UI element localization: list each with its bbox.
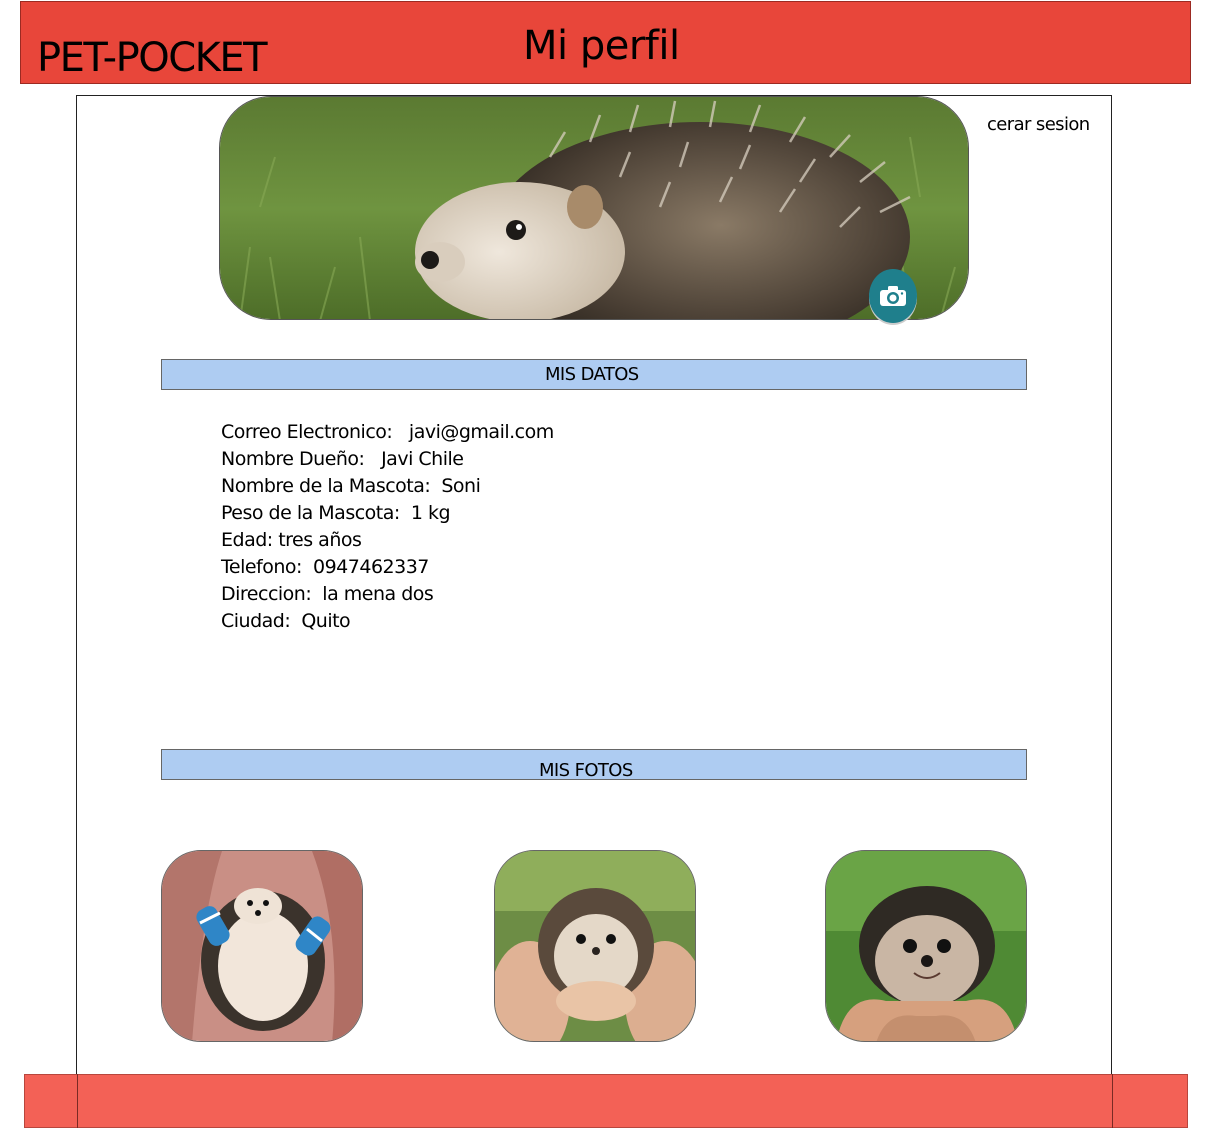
brand-logo[interactable]: PET-POCKET [37,38,268,78]
detail-phone: Telefono: 0947462337 [221,556,429,578]
hedgehog-photo-2 [495,851,695,1041]
app-footer [24,1074,1188,1128]
section-header-my-data: MIS DATOS [161,359,1027,390]
detail-pet-weight: Peso de la Mascota: 1 kg [221,502,451,524]
hedgehog-cover-image [220,97,968,319]
app-header: PET-POCKET Mi perfil [20,1,1191,84]
detail-email: Correo Electronico: javi@gmail.com [221,421,554,443]
profile-details: Correo Electronico: javi@gmail.com Nombr… [221,419,554,635]
detail-age: Edad: tres años [221,529,362,551]
page-title: Mi perfil [523,23,680,69]
footer-frame [77,1074,1113,1128]
photo-thumbnail[interactable] [494,850,696,1042]
change-photo-button[interactable] [869,269,917,323]
camera-icon [880,286,906,306]
hedgehog-photo-3 [826,851,1026,1041]
detail-address: Direccion: la mena dos [221,583,434,605]
detail-city: Ciudad: Quito [221,610,351,632]
cover-photo [219,96,969,320]
logout-link[interactable]: cerar sesion [987,114,1090,135]
photo-thumbnail[interactable] [825,850,1027,1042]
detail-owner-name: Nombre Dueño: Javi Chile [221,448,464,470]
detail-pet-name: Nombre de la Mascota: Soni [221,475,481,497]
section-title: MIS DATOS [545,364,639,385]
section-title: MIS FOTOS [539,760,633,781]
section-header-my-photos: MIS FOTOS [161,749,1027,781]
hedgehog-photo-1 [162,851,362,1041]
photo-thumbnail[interactable] [161,850,363,1042]
